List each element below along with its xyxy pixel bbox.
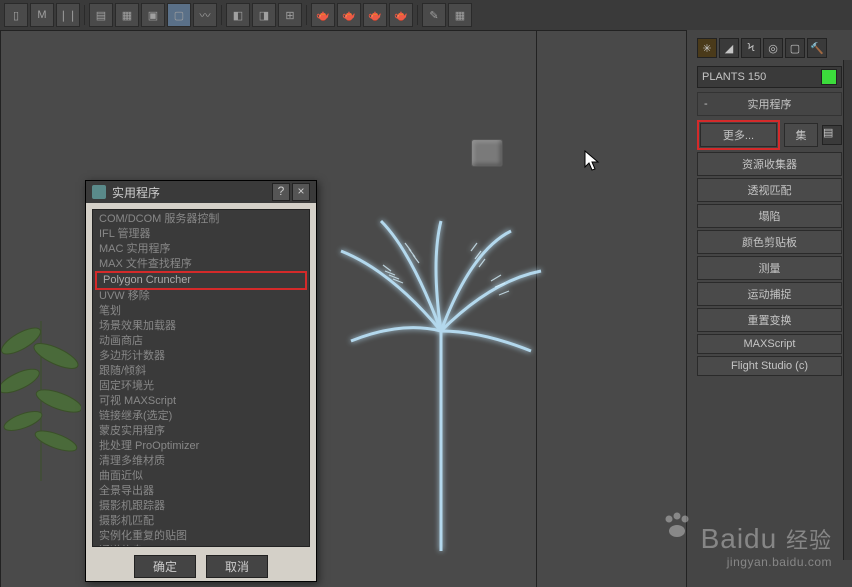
- paw-icon: [662, 511, 692, 539]
- list-item[interactable]: 摄影机匹配: [93, 514, 309, 529]
- toolbar-icon[interactable]: M: [30, 3, 54, 27]
- watermark-url: jingyan.baidu.com: [701, 555, 832, 569]
- dialog-close-icon[interactable]: ×: [292, 183, 310, 201]
- list-item[interactable]: 可视 MAXScript: [93, 394, 309, 409]
- object-name-text: PLANTS 150: [702, 71, 766, 83]
- rollout-collapse-icon: -: [704, 98, 708, 110]
- dialog-help-icon[interactable]: ?: [272, 183, 290, 201]
- toolbar-icon[interactable]: 〰: [193, 3, 217, 27]
- sets-button[interactable]: 集: [784, 123, 818, 147]
- cancel-button[interactable]: 取消: [206, 555, 268, 578]
- dialog-title-text: 实用程序: [112, 184, 160, 201]
- top-toolbar: ▯ M ❘❘ ▤ ▦ ▣ ▢ 〰 ◧ ◨ ⊞ 🫖 🫖 🫖 🫖 ✎ ▦: [0, 0, 852, 31]
- list-item[interactable]: MAC 实用程序: [93, 242, 309, 257]
- toolbar-icon[interactable]: ✎: [422, 3, 446, 27]
- utility-button[interactable]: Flight Studio (c): [697, 356, 842, 376]
- utilities-listbox[interactable]: COM/DCOM 服务器控制IFL 管理器MAC 实用程序MAX 文件查找程序P…: [92, 209, 310, 547]
- dialog-app-icon: [92, 185, 106, 199]
- config-sets-icon[interactable]: ▤: [822, 125, 842, 145]
- utility-button[interactable]: MAXScript: [697, 334, 842, 354]
- toolbar-icon[interactable]: ◨: [252, 3, 276, 27]
- tab-modify-icon[interactable]: ◢: [719, 38, 739, 58]
- list-item[interactable]: 蒙皮实用程序: [93, 424, 309, 439]
- command-panel-tabs: ✳ ◢ Ϟ ◎ ▢ 🔨: [689, 34, 850, 62]
- toolbar-icon[interactable]: ◧: [226, 3, 250, 27]
- utility-button[interactable]: 测量: [697, 256, 842, 280]
- utility-button[interactable]: 资源收集器: [697, 152, 842, 176]
- list-item[interactable]: COM/DCOM 服务器控制: [93, 212, 309, 227]
- list-item[interactable]: 清理多维材质: [93, 454, 309, 469]
- object-color-swatch[interactable]: [821, 69, 837, 85]
- list-item[interactable]: 跟随/倾斜: [93, 364, 309, 379]
- teapot-icon[interactable]: 🫖: [363, 3, 387, 27]
- tab-utilities-icon[interactable]: 🔨: [807, 38, 827, 58]
- tab-display-icon[interactable]: ▢: [785, 38, 805, 58]
- watermark-brand-du: du: [744, 523, 777, 554]
- watermark-suffix: 经验: [786, 528, 832, 553]
- list-item[interactable]: 动画商店: [93, 334, 309, 349]
- panel-scrollbar[interactable]: [843, 60, 852, 560]
- tab-hierarchy-icon[interactable]: Ϟ: [741, 38, 761, 58]
- utilities-dialog: 实用程序 ? × COM/DCOM 服务器控制IFL 管理器MAC 实用程序MA…: [85, 180, 317, 582]
- toolbar-icon[interactable]: ▢: [167, 3, 191, 27]
- plant-left-graphic: [1, 301, 81, 481]
- toolbar-icon[interactable]: ▦: [115, 3, 139, 27]
- toolbar-icon[interactable]: ▯: [4, 3, 28, 27]
- utility-button[interactable]: 重置变换: [697, 308, 842, 332]
- utility-button[interactable]: 塌陷: [697, 204, 842, 228]
- toolbar-icon[interactable]: ⊞: [278, 3, 302, 27]
- mouse-cursor-icon: [584, 150, 602, 174]
- list-item[interactable]: 链接继承(选定): [93, 409, 309, 424]
- teapot-icon[interactable]: 🫖: [311, 3, 335, 27]
- teapot-icon[interactable]: 🫖: [389, 3, 413, 27]
- rollout-title-text: 实用程序: [748, 96, 792, 112]
- list-item[interactable]: UVW 移除: [93, 289, 309, 304]
- tab-motion-icon[interactable]: ◎: [763, 38, 783, 58]
- list-item[interactable]: 固定环境光: [93, 379, 309, 394]
- utility-button[interactable]: 透视匹配: [697, 178, 842, 202]
- ok-button[interactable]: 确定: [134, 555, 196, 578]
- list-item[interactable]: IFL 管理器: [93, 227, 309, 242]
- list-item[interactable]: 笔划: [93, 304, 309, 319]
- toolbar-icon[interactable]: ❘❘: [56, 3, 80, 27]
- dialog-titlebar[interactable]: 实用程序 ? ×: [86, 181, 316, 203]
- utility-button[interactable]: 颜色剪贴板: [697, 230, 842, 254]
- tab-create-icon[interactable]: ✳: [697, 38, 717, 58]
- watermark-brand: Bai: [701, 523, 744, 554]
- toolbar-icon[interactable]: ▣: [141, 3, 165, 27]
- list-item[interactable]: 实例化重复的贴图: [93, 529, 309, 544]
- list-item[interactable]: MAX 文件查找程序: [93, 257, 309, 272]
- toolbar-icon[interactable]: ▤: [89, 3, 113, 27]
- more-button[interactable]: 更多...: [700, 123, 777, 147]
- rollout-utilities-title[interactable]: - 实用程序: [697, 92, 842, 116]
- list-item[interactable]: 摄影机跟踪器: [93, 499, 309, 514]
- highlight-more-button: 更多...: [697, 120, 780, 150]
- object-name-field[interactable]: PLANTS 150: [697, 66, 842, 88]
- list-item[interactable]: 全景导出器: [93, 484, 309, 499]
- toolbar-icon[interactable]: ▦: [448, 3, 472, 27]
- list-item[interactable]: 批处理 ProOptimizer: [93, 439, 309, 454]
- teapot-icon[interactable]: 🫖: [337, 3, 361, 27]
- list-item[interactable]: 通道信息: [93, 544, 309, 547]
- command-panel: ✳ ◢ Ϟ ◎ ▢ 🔨 PLANTS 150 - 实用程序 更多... 集 ▤ …: [686, 30, 852, 587]
- viewport-object-box: [471, 139, 503, 167]
- list-item[interactable]: Polygon Cruncher: [95, 271, 307, 290]
- watermark: Baidu 经验 jingyan.baidu.com: [701, 523, 832, 569]
- utility-button[interactable]: 运动捕捉: [697, 282, 842, 306]
- list-item[interactable]: 场景效果加载器: [93, 319, 309, 334]
- palm-tree-graphic: [331, 211, 551, 561]
- list-item[interactable]: 曲面近似: [93, 469, 309, 484]
- list-item[interactable]: 多边形计数器: [93, 349, 309, 364]
